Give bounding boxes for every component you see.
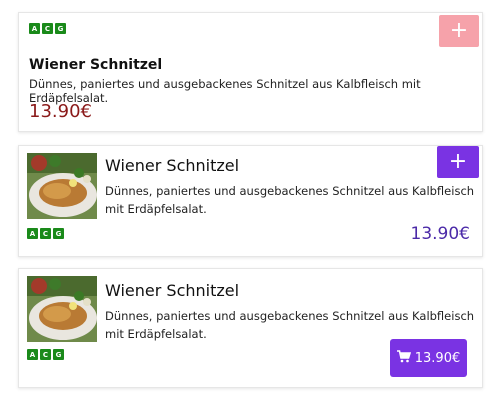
allergen-badges: A C G — [29, 23, 66, 34]
item-description: Dünnes, paniertes und ausgebackenes Schn… — [105, 309, 475, 341]
schnitzel-photo — [27, 276, 97, 342]
allergen-badge: G — [55, 23, 66, 34]
allergen-badges: A C G — [27, 349, 64, 360]
item-title: Wiener Schnitzel — [29, 57, 163, 73]
menu-item-card: Wiener Schnitzel Dünnes, paniertes und a… — [18, 145, 483, 257]
schnitzel-photo — [27, 153, 97, 219]
allergen-badge: C — [42, 23, 53, 34]
item-price: 13.90€ — [29, 101, 92, 122]
item-description: Dünnes, paniertes und ausgebackenes Schn… — [29, 77, 421, 105]
item-description: Dünnes, paniertes und ausgebackenes Schn… — [105, 184, 475, 216]
allergen-badge: A — [27, 228, 38, 239]
add-to-cart-button[interactable]: + — [439, 15, 479, 47]
allergen-badge: C — [40, 228, 51, 239]
plus-icon: + — [448, 149, 468, 174]
allergen-badges: A C G — [27, 228, 64, 239]
allergen-badge: C — [40, 349, 51, 360]
add-to-cart-price-button[interactable]: 13.90€ — [390, 339, 467, 377]
item-price: 13.90€ — [410, 224, 470, 244]
item-title: Wiener Schnitzel — [105, 281, 240, 300]
allergen-badge: G — [53, 349, 64, 360]
cart-button-price: 13.90€ — [414, 350, 461, 366]
allergen-badge: G — [53, 228, 64, 239]
food-image — [27, 153, 97, 219]
menu-item-card: Wiener Schnitzel Dünnes, paniertes und a… — [18, 268, 483, 388]
food-image — [27, 276, 97, 342]
allergen-badge: A — [29, 23, 40, 34]
add-to-cart-button[interactable]: + — [437, 146, 479, 178]
plus-icon: + — [449, 18, 469, 43]
cart-icon — [396, 349, 411, 367]
allergen-badge: A — [27, 349, 38, 360]
item-title: Wiener Schnitzel — [105, 156, 240, 175]
menu-item-card: A C G + Wiener Schnitzel Dünnes, paniert… — [18, 12, 483, 132]
